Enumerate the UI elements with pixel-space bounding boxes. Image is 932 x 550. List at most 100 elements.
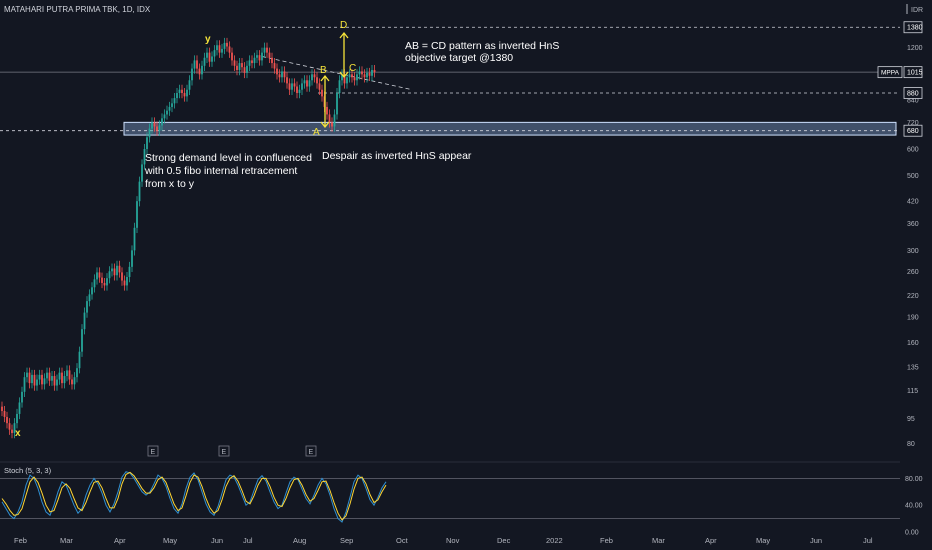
price-tick-label: 260 — [907, 269, 919, 276]
candle-body — [103, 282, 106, 286]
candle-body — [31, 374, 33, 384]
symbol-title: MATAHARI PUTRA PRIMA TBK, 1D, IDX — [4, 5, 151, 14]
candle-body — [158, 125, 161, 131]
earnings-label: E — [151, 449, 156, 456]
price-tick-label: 80 — [907, 441, 915, 448]
candle-body — [141, 164, 143, 182]
target-note-line1: AB = CD pattern as inverted HnS — [405, 40, 559, 52]
time-tick-label: Nov — [446, 536, 460, 545]
time-tick-label: Apr — [114, 536, 126, 545]
candle-body — [313, 74, 316, 78]
candle-body — [348, 74, 351, 78]
price-tick-label: 300 — [907, 248, 919, 255]
candle-body — [198, 68, 201, 75]
candle-body — [301, 83, 303, 90]
candle-body — [276, 68, 278, 75]
candle-body — [361, 71, 363, 75]
price-tick-label: 500 — [907, 173, 919, 180]
candle-body — [176, 93, 178, 99]
candle-body — [331, 122, 333, 127]
candle-body — [128, 266, 131, 278]
candle-body — [93, 279, 96, 288]
candle-body — [246, 65, 248, 73]
candle-body — [196, 60, 198, 69]
candle-body — [321, 89, 323, 97]
candle-body — [298, 89, 301, 94]
candle-body — [203, 57, 206, 66]
candle-body — [278, 74, 281, 78]
candle-body — [358, 71, 361, 75]
candle-body — [193, 60, 196, 69]
point-b-label: B — [320, 65, 327, 76]
candle-body — [56, 379, 58, 386]
candle-body — [166, 110, 168, 115]
candle-body — [106, 278, 108, 286]
candle-body — [33, 374, 36, 386]
time-tick-label: Jul — [863, 536, 873, 545]
candle-body — [91, 287, 93, 295]
candle-body — [1, 406, 3, 411]
candle-body — [311, 74, 313, 81]
price-tick-label: 135 — [907, 365, 919, 372]
candle-body — [28, 372, 31, 384]
candle-body — [281, 71, 283, 78]
price-chart[interactable]: MATAHARI PUTRA PRIMA TBK, 1D, IDX IDR 80… — [0, 0, 932, 550]
candle-body — [161, 118, 163, 126]
candle-body — [43, 378, 46, 385]
candle-body — [111, 268, 113, 272]
price-tick-label: 160 — [907, 340, 919, 347]
demand-zone-layer — [123, 121, 897, 136]
candle-body — [146, 137, 148, 150]
candle-body — [253, 57, 256, 64]
time-tick-label: Mar — [652, 536, 665, 545]
candle-body — [241, 63, 243, 68]
candle-body — [223, 42, 226, 49]
time-tick-label: Jul — [243, 536, 253, 545]
candle-body — [8, 423, 11, 430]
symbol-tag: MPPA — [881, 70, 900, 77]
time-tick-label: Mar — [60, 536, 73, 545]
candle-body — [133, 227, 136, 251]
price-tick-label: 600 — [907, 147, 919, 154]
candle-body — [293, 83, 296, 87]
candle-body — [303, 80, 306, 84]
time-tick-label: Sep — [340, 536, 353, 545]
candle-body — [186, 89, 188, 97]
candle-body — [338, 80, 341, 94]
candle-body — [61, 372, 63, 384]
candle-body — [26, 372, 28, 378]
candle-body — [258, 55, 261, 61]
candle-body — [191, 68, 193, 81]
time-tick-label: Oct — [396, 536, 409, 545]
point-a-label: A — [313, 127, 320, 138]
demand-zone — [123, 121, 897, 136]
price-tag-value: 1380 — [907, 25, 923, 32]
time-tick-label: Apr — [705, 536, 717, 545]
candle-body — [363, 74, 366, 78]
demand-note-line3: from x to y — [145, 178, 195, 190]
candle-body — [118, 265, 121, 273]
candle-body — [6, 416, 8, 424]
candle-body — [336, 93, 338, 115]
candle-body — [366, 72, 368, 78]
earnings-label: E — [309, 449, 314, 456]
candle-body — [83, 312, 86, 330]
candle-body — [171, 103, 173, 107]
candle-body — [373, 70, 376, 73]
candle-body — [206, 52, 208, 58]
demand-note-line1: Strong demand level in confluenced — [145, 152, 312, 164]
candle-body — [213, 50, 216, 57]
candle-body — [11, 429, 13, 434]
candle-body — [286, 77, 288, 84]
candle-body — [326, 106, 328, 115]
price-tick-label: 1200 — [907, 45, 923, 52]
candle-body — [76, 368, 78, 378]
candle-body — [51, 376, 53, 381]
candle-body — [101, 277, 103, 283]
candle-body — [238, 63, 241, 71]
stoch-tick-label: 80.00 — [905, 476, 923, 483]
price-tick-label: 360 — [907, 221, 919, 228]
price-tick-label: 115 — [907, 388, 918, 395]
candle-body — [148, 128, 151, 138]
candle-body — [181, 89, 183, 94]
